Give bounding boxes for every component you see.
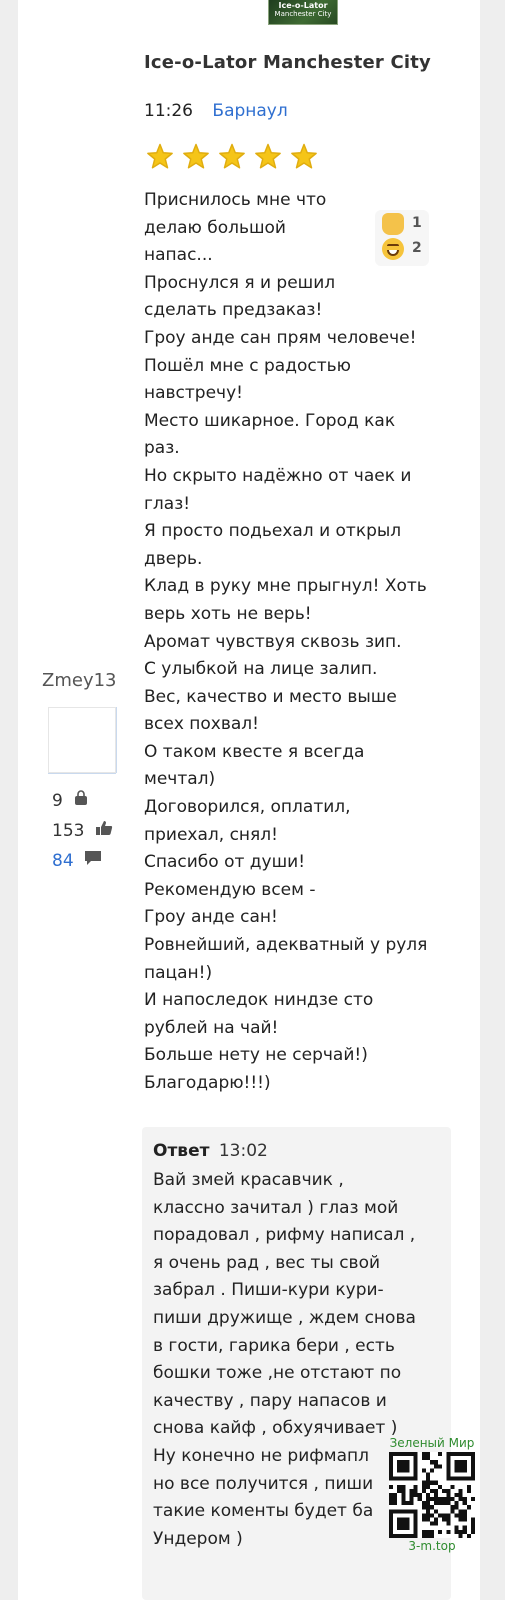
star-icon [291,143,317,169]
review-line: Но скрыто надёжно от чаек и [144,465,412,486]
review-line: Клад в руку мне прыгнул! Хоть [144,576,427,597]
purchases-count: 9 [52,790,63,811]
answer-line: порадовал , рифму написал , [153,1225,416,1246]
shopping-bag-icon [73,790,89,811]
review-text: Приснилось мне что делаю большой напас... П… [144,187,464,1098]
product-title[interactable]: Ice-o-Lator Manchester City [144,52,431,73]
review-line: Я просто подьехал и открыл [144,521,402,542]
comment-bubble-icon [84,850,102,871]
review-line: дверь. [144,548,203,569]
review-line: С улыбкой на лице залип. [144,659,378,680]
comments-stat[interactable]: 84 [52,850,102,871]
comments-count: 84 [52,850,74,871]
review-line: делаю большой [144,217,286,238]
thumbnail-caption-2: Manchester City [274,10,332,18]
review-line: Ровнейший, адекватный у руля [144,935,428,956]
answer-time: 13:02 [218,1141,268,1161]
review-line: Место шикарное. Город как [144,410,396,431]
review-line: Гроу анде сан! [144,907,278,928]
review-line: О таком квесте я всегда [144,741,365,762]
answer-line: забрал . Пиши-кури кури- [153,1280,384,1301]
answer-line: классно зачитал ) глаз мой [153,1197,399,1218]
review-line: Приснилось мне что [144,190,327,210]
review-line: приехал, снял! [144,824,278,845]
answer-line: пиши дружище , ждем снова [153,1307,416,1328]
answer-line: Вай змей красавчик , [153,1170,344,1190]
review-line: Проснулся я и решил [144,272,336,293]
review-line: Пошёл мне с радостью [144,355,351,376]
review-line: Вес, качество и место выше [144,686,397,707]
author-name[interactable]: Zmey13 [42,670,117,691]
review-line: пацан!) [144,962,213,983]
thumbs-up-icon [95,820,113,841]
answer-label: Ответ [153,1141,210,1161]
answer-line: в гости, гарика бери , есть [153,1335,395,1356]
review-time: 11:26 [144,101,193,121]
review-line: Благодарю!!!) [144,1073,271,1093]
review-line: Рекомендую всем - [144,879,316,900]
review-line: раз. [144,438,180,459]
avatar[interactable] [48,707,116,773]
watermark-url: 3-m.top [408,1539,456,1553]
review-line: мечтал) [144,769,216,790]
review-line: И напоследок ниндзе сто [144,990,374,1011]
product-thumbnail[interactable]: Ice-o-Lator Manchester City [268,0,338,25]
qr-code-icon [389,1452,475,1538]
rating-stars [144,142,324,174]
star-icon [183,143,209,169]
review-line: рублей на чай! [144,1017,279,1038]
answer-line: бошки тоже ,не отстают по [153,1363,402,1384]
review-line: напас... [144,245,213,266]
purchases-stat: 9 [52,790,89,811]
review-line: навстречу! [144,383,243,404]
review-line: Договорился, оплатил, [144,797,351,818]
review-meta: 11:26 Барнаул [144,101,288,121]
review-line: Аромат чувствуя сквозь зип. [144,631,402,652]
answer-line: я очень рад , вес ты свой [153,1252,381,1273]
likes-stat: 153 [52,820,113,841]
thumbnail-caption-1: Ice-o-Lator [278,1,328,10]
review-city-link[interactable]: Барнаул [212,101,287,121]
answer-header: Ответ 13:02 [153,1141,268,1161]
star-icon [219,143,245,169]
star-icon [147,143,173,169]
likes-count: 153 [52,820,85,841]
review-line: Больше нету не серчай!) [144,1045,368,1066]
review-line: глаз! [144,493,191,514]
review-line: Спасибо от души! [144,852,306,873]
review-line: сделать предзаказ! [144,300,323,321]
review-line: Гроу анде сан прям человече! [144,327,417,348]
answer-line: качеству , пару напасов и [153,1390,387,1411]
watermark-title: Зеленый Мир [389,1436,475,1450]
review-line: всех похвал! [144,714,259,735]
watermark: Зеленый Мир 3-m.top [384,1436,480,1560]
review-line: верь хоть не верь! [144,603,312,624]
star-icon [255,143,281,169]
